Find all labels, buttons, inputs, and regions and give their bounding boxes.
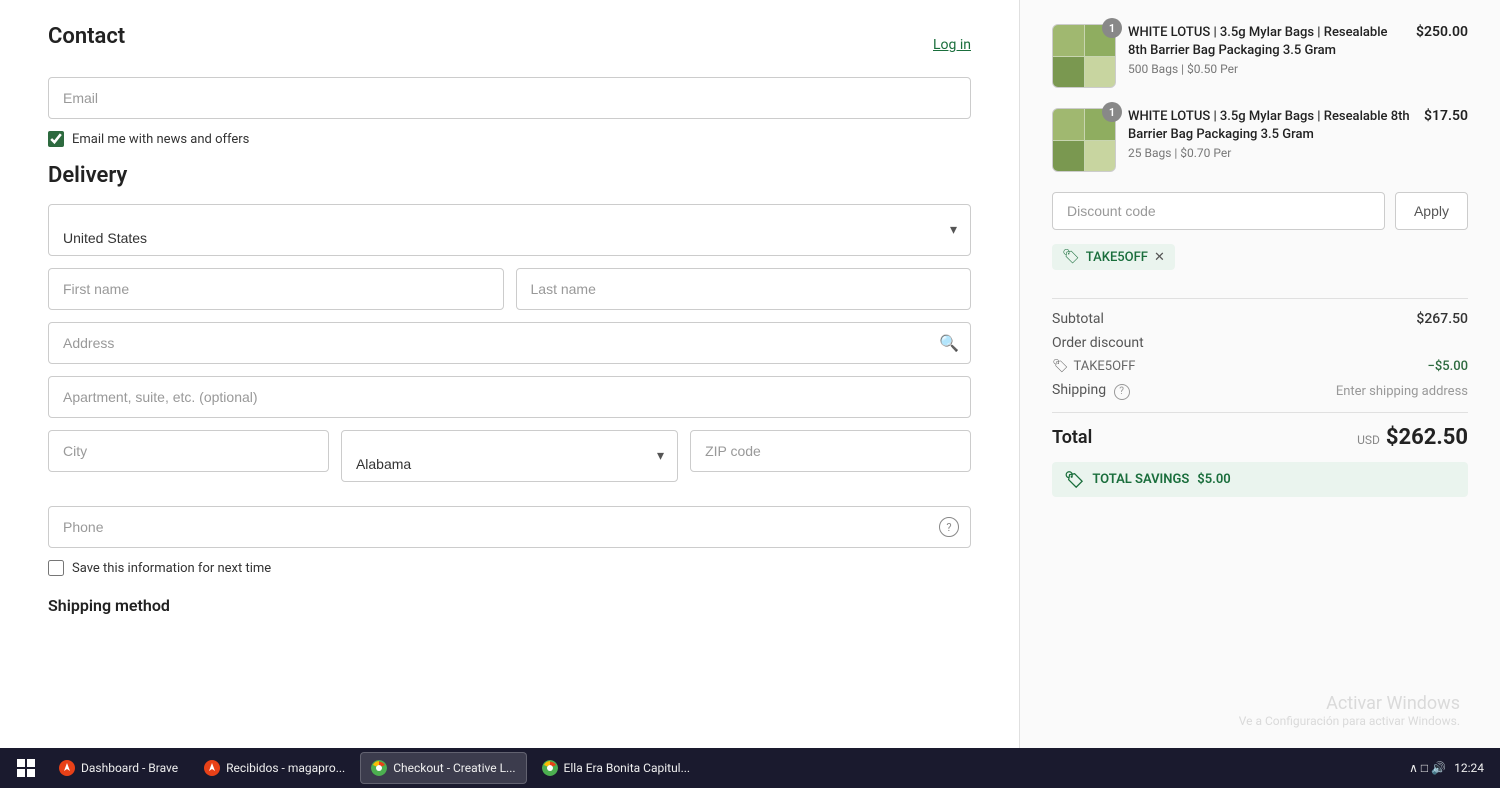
last-name-field-group — [516, 268, 972, 310]
item-1-details: WHITE LOTUS | 3.5g Mylar Bags | Resealab… — [1128, 24, 1404, 76]
first-name-field-group — [48, 268, 504, 310]
item-1-name: WHITE LOTUS | 3.5g Mylar Bags | Resealab… — [1128, 24, 1404, 60]
taskbar-btn-dashboard[interactable]: Dashboard - Brave — [48, 752, 189, 784]
discount-code-applied: TAKE5OFF — [1074, 359, 1136, 374]
discount-sub-row: 🏷 TAKE5OFF −$5.00 — [1052, 359, 1468, 374]
discount-tag-label: TAKE5OFF — [1086, 250, 1148, 265]
total-label: Total — [1052, 427, 1092, 448]
discount-input[interactable] — [1052, 192, 1385, 230]
taskbar: Dashboard - Brave Recibidos - magapro...… — [0, 748, 1500, 788]
first-name-input[interactable] — [48, 268, 504, 310]
shipping-info-value: Enter shipping address — [1336, 384, 1468, 399]
phone-help-icon[interactable]: ? — [939, 517, 959, 537]
windows-watermark: Activar Windows Ve a Configuración para … — [1239, 693, 1460, 728]
item-2-details: WHITE LOTUS | 3.5g Mylar Bags | Resealab… — [1128, 108, 1412, 160]
total-value: $262.50 — [1386, 425, 1468, 450]
discount-amount: −$5.00 — [1428, 359, 1468, 374]
city-input[interactable] — [48, 430, 329, 472]
system-tray-icons: ∧ □ 🔊 — [1409, 761, 1446, 775]
watermark-title: Activar Windows — [1239, 693, 1460, 714]
save-info-row: Save this information for next time — [48, 560, 971, 576]
subtotal-row: Subtotal $267.50 — [1052, 311, 1468, 327]
item-2-price: $17.50 — [1424, 108, 1468, 124]
newsletter-label: Email me with news and offers — [72, 132, 249, 147]
total-row: Total USD $262.50 — [1052, 425, 1468, 450]
discount-tag: 🏷 TAKE5OFF ✕ — [1052, 244, 1175, 270]
taskbar-btn-dashboard-label: Dashboard - Brave — [81, 761, 178, 775]
item-2-badge: 1 — [1102, 102, 1122, 122]
taskbar-btn-checkout[interactable]: Checkout - Creative L... — [360, 752, 526, 784]
total-currency: USD — [1357, 433, 1380, 447]
item-2-image-wrap: 1 — [1052, 108, 1116, 172]
zip-input[interactable] — [690, 430, 971, 472]
item-2-name: WHITE LOTUS | 3.5g Mylar Bags | Resealab… — [1128, 108, 1412, 144]
phone-input[interactable] — [48, 506, 971, 548]
city-field-group — [48, 430, 329, 482]
chrome-icon-1 — [371, 760, 387, 776]
order-discount-label-row: Order discount — [1052, 335, 1468, 351]
state-field-group: State Alabama — [341, 430, 678, 482]
taskbar-btn-ella-label: Ella Era Bonita Capitul... — [564, 761, 691, 775]
apartment-field-group — [48, 376, 971, 418]
item-1-image-wrap: 1 — [1052, 24, 1116, 88]
start-button[interactable] — [8, 752, 44, 784]
email-input[interactable] — [48, 77, 971, 119]
savings-row: 🏷 TOTAL SAVINGS $5.00 — [1052, 462, 1468, 497]
taskbar-btn-recibidos-label: Recibidos - magapro... — [226, 761, 345, 775]
address-field-group: 🔍 — [48, 322, 971, 364]
newsletter-checkbox[interactable] — [48, 131, 64, 147]
contact-title: Contact — [48, 24, 125, 49]
discount-tag-small-icon: 🏷 — [1052, 359, 1069, 374]
shipping-row: Shipping ? Enter shipping address — [1052, 382, 1468, 400]
taskbar-right: ∧ □ 🔊 12:24 — [1409, 761, 1492, 775]
savings-label: TOTAL SAVINGS — [1092, 472, 1189, 487]
apartment-input[interactable] — [48, 376, 971, 418]
state-select[interactable]: Alabama — [341, 430, 678, 482]
taskbar-btn-recibidos[interactable]: Recibidos - magapro... — [193, 752, 356, 784]
shipping-title: Shipping method — [48, 596, 971, 615]
total-value-wrap: USD $262.50 — [1357, 425, 1468, 450]
email-field-group — [48, 77, 971, 119]
taskbar-btn-checkout-label: Checkout - Creative L... — [393, 761, 515, 775]
apply-button[interactable]: Apply — [1395, 192, 1468, 230]
discount-row: Apply — [1052, 192, 1468, 230]
shipping-label: Shipping ? — [1052, 382, 1130, 400]
save-info-checkbox[interactable] — [48, 560, 64, 576]
discount-sub-label: 🏷 TAKE5OFF — [1052, 359, 1135, 374]
brave-icon-1 — [59, 760, 75, 776]
order-discount-label: Order discount — [1052, 335, 1144, 351]
chrome-icon-2 — [542, 760, 558, 776]
log-in-link[interactable]: Log in — [933, 37, 971, 53]
address-input[interactable] — [48, 322, 971, 364]
save-info-label: Save this information for next time — [72, 561, 271, 576]
watermark-subtitle: Ve a Configuración para activar Windows. — [1239, 714, 1460, 728]
taskbar-btn-ella[interactable]: Ella Era Bonita Capitul... — [531, 752, 702, 784]
discount-tag-remove[interactable]: ✕ — [1154, 250, 1165, 265]
newsletter-row: Email me with news and offers — [48, 131, 971, 147]
subtotal-value: $267.50 — [1416, 311, 1468, 327]
country-field-group: Country/Region United States — [48, 204, 971, 256]
savings-value: $5.00 — [1197, 472, 1230, 487]
taskbar-clock: 12:24 — [1454, 761, 1484, 775]
item-1-badge: 1 — [1102, 18, 1122, 38]
brave-icon-2 — [204, 760, 220, 776]
shipping-info-icon: ? — [1114, 384, 1130, 400]
phone-field-group: ? — [48, 506, 971, 548]
zip-field-group — [690, 430, 971, 482]
tag-icon: 🏷 — [1062, 249, 1080, 265]
last-name-input[interactable] — [516, 268, 972, 310]
item-2-variant: 25 Bags | $0.70 Per — [1128, 146, 1412, 160]
country-select[interactable]: United States — [48, 204, 971, 256]
savings-icon: 🏷 — [1064, 470, 1084, 489]
order-item-2: 1 WHITE LOTUS | 3.5g Mylar Bags | Reseal… — [1052, 108, 1468, 172]
item-1-price: $250.00 — [1416, 24, 1468, 40]
order-items-list: 1 WHITE LOTUS | 3.5g Mylar Bags | Reseal… — [1052, 24, 1468, 172]
item-1-variant: 500 Bags | $0.50 Per — [1128, 62, 1404, 76]
order-item-1: 1 WHITE LOTUS | 3.5g Mylar Bags | Reseal… — [1052, 24, 1468, 88]
subtotal-label: Subtotal — [1052, 311, 1104, 327]
delivery-title: Delivery — [48, 163, 971, 188]
